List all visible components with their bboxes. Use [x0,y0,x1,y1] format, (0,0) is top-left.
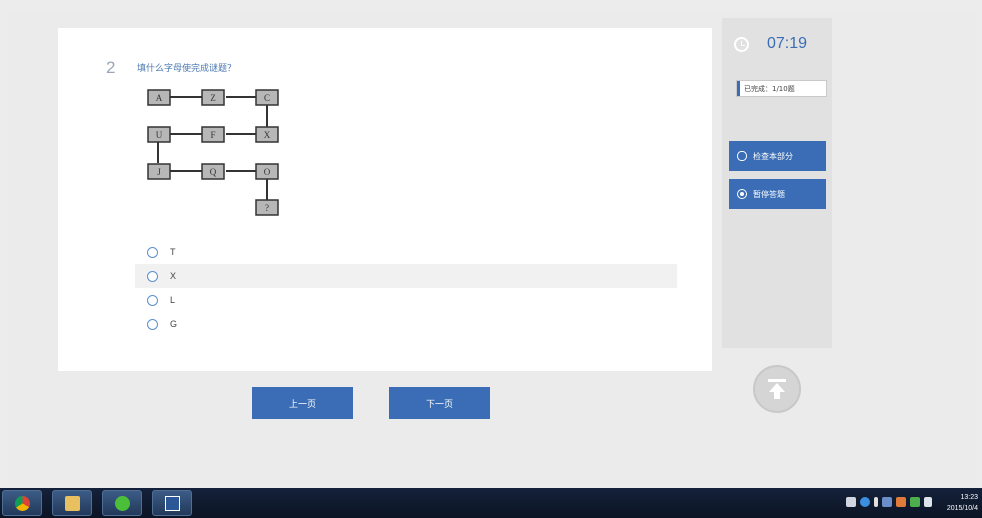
word-app[interactable] [152,490,192,516]
puzzle-cell: C [264,93,270,103]
pause-label: 暂停答题 [753,189,785,199]
puzzle-cell: Z [210,93,216,103]
next-page-button[interactable]: 下一页 [389,387,490,419]
answer-option-g[interactable]: G [135,312,677,336]
answer-option-l[interactable]: L [135,288,677,312]
scroll-to-top-button[interactable] [753,365,801,413]
explorer-app[interactable] [52,490,92,516]
notification-icon[interactable] [896,497,906,507]
radio-button[interactable] [147,246,158,258]
check-section-label: 检查本部分 [753,151,793,161]
puzzle-cell: ? [265,203,269,213]
system-tray [846,497,932,507]
check-section-button[interactable]: 检查本部分 [729,141,826,171]
clock-time: 13:23 [960,494,978,501]
taskbar: 13:23 2015/10/4 [0,488,982,518]
chrome-app[interactable] [2,490,42,516]
letter-puzzle-figure: A Z C U F X J Q O ? [147,89,279,216]
puzzle-cell: F [210,130,215,140]
radio-button[interactable] [147,294,158,306]
puzzle-cell: U [156,130,163,140]
wechat-app[interactable] [102,490,142,516]
answer-option-t[interactable]: T [135,240,677,264]
pause-button[interactable]: 暂停答题 [729,179,826,209]
timer: 07:19 [734,35,807,53]
previous-page-button[interactable]: 上一页 [252,387,353,419]
progress-text: 已完成：1/10题 [744,84,795,93]
answer-choices: T X L G [135,240,677,336]
progress-indicator: 已完成：1/10题 [736,80,827,97]
pause-icon [737,189,747,199]
folder-icon [65,496,80,511]
option-label: T [170,247,176,257]
arrow-up-icon [768,379,786,399]
option-label: G [170,319,178,329]
puzzle-cell: Q [210,167,217,177]
chrome-icon [15,496,30,511]
option-label: L [170,295,176,305]
network-icon[interactable] [882,497,892,507]
progress-accent-bar [737,81,740,96]
clock-icon [734,36,749,52]
flag-icon[interactable] [874,497,878,507]
puzzle-cell: X [264,130,271,140]
timer-value: 07:19 [767,35,808,52]
eye-icon [737,151,747,161]
radio-button[interactable] [147,318,158,330]
answer-option-x[interactable]: X [135,264,677,288]
clock-date: 2015/10/4 [946,505,978,512]
question-prompt: 填什么字母使完成谜题？ [137,64,237,74]
screen-icon[interactable] [846,497,856,507]
puzzle-cell: A [156,93,163,103]
puzzle-cell: J [157,167,161,177]
app-tray-icon[interactable] [910,497,920,507]
help-icon[interactable] [860,497,870,507]
volume-icon[interactable] [924,497,932,507]
wechat-icon [115,496,130,511]
word-icon [165,496,180,511]
radio-button[interactable] [147,270,158,282]
option-label: X [170,271,177,281]
puzzle-cell: O [264,167,271,177]
system-clock[interactable]: 13:23 2015/10/4 [947,492,978,514]
question-number: 2 [106,58,116,77]
